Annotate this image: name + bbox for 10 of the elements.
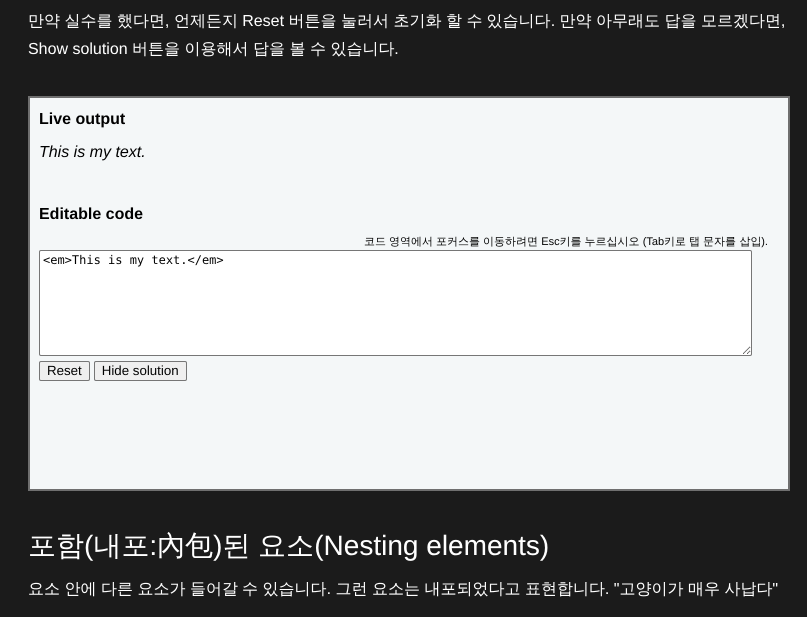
code-heading: Editable code — [39, 205, 144, 225]
keyboard-hint: 코드 영역에서 포커스를 이동하려면 Esc키를 누르십시오 (Tab키로 탭 문자를 삽입). — [364, 236, 768, 249]
intro-paragraph: 만약 실수를 했다면, 언제든지 Reset 버튼을 눌러서 초기화 할 수 있습니다. 만약 아무래도 답을 모르겠다면, Show solution 버튼을 이용해서 답을 볼 수 있습니다. — [28, 12, 786, 60]
code-editor[interactable]: <em>This is my text.</em> — [39, 250, 752, 356]
action-button[interactable]: Hide solution — [94, 361, 187, 381]
output-heading: Live output — [39, 110, 126, 130]
action-button[interactable]: Reset — [39, 361, 90, 381]
section-heading: 포함(내포:內包)된 요소(Nesting elements) — [28, 529, 550, 563]
output-text: This is my text. — [39, 143, 147, 163]
section-paragraph: 요소 안에 다른 요소가 들어갈 수 있습니다. 그런 요소는 내포되었다고 표현합니다. "고양이가 매우 사납다" — [28, 580, 780, 600]
